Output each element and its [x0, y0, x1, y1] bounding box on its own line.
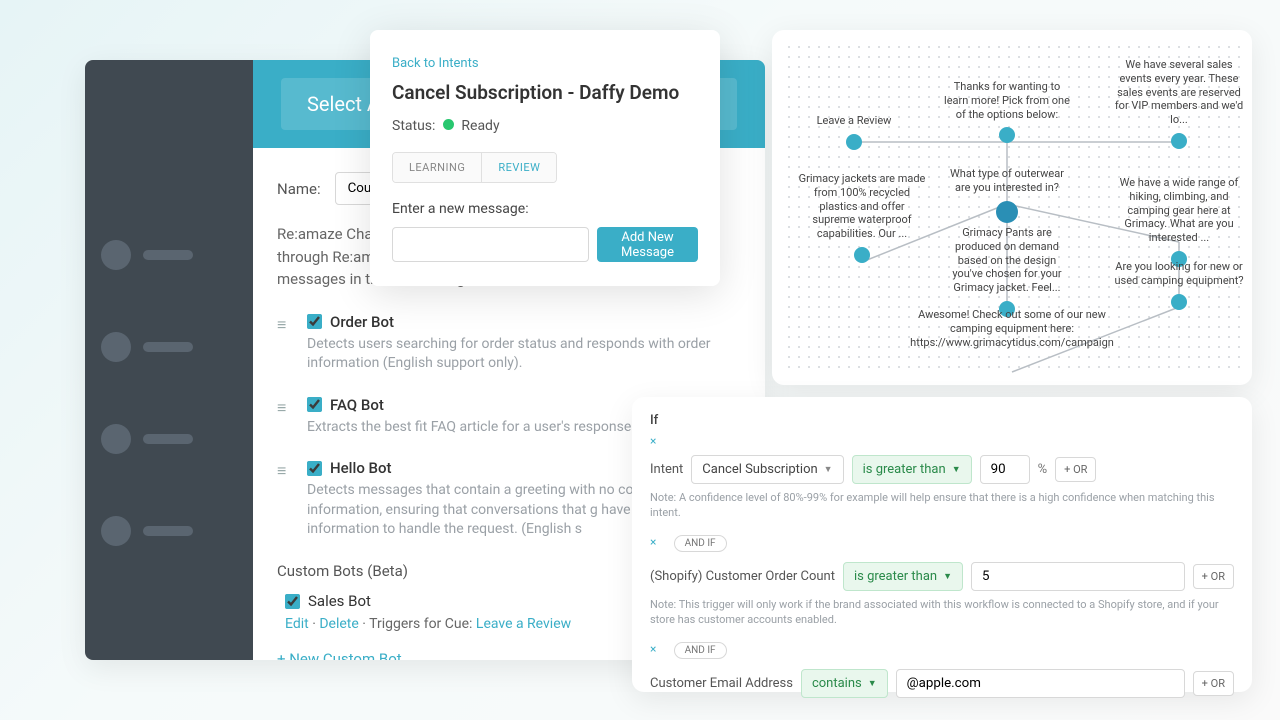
tab-review[interactable]: REVIEW — [482, 153, 556, 182]
drag-handle-icon[interactable]: ≡ — [277, 461, 284, 481]
flow-node[interactable]: Are you looking for new or used camping … — [1114, 260, 1244, 310]
flow-node[interactable]: What type of outerwear are you intereste… — [942, 167, 1072, 223]
intent-select[interactable]: Cancel Subscription▼ — [691, 455, 843, 484]
email-value-input[interactable] — [896, 669, 1185, 698]
new-message-input[interactable] — [392, 227, 589, 262]
intent-modal: Back to Intents Cancel Subscription - Da… — [370, 30, 720, 286]
bot-title: Hello Bot — [330, 459, 392, 477]
add-or-button[interactable]: + OR — [1193, 564, 1234, 589]
bot-title: Order Bot — [330, 313, 394, 331]
percent-label: % — [1038, 462, 1048, 477]
confidence-note: Note: A confidence level of 80%-99% for … — [650, 490, 1234, 521]
new-message-label: Enter a new message: — [392, 201, 698, 217]
remove-condition-icon[interactable]: × — [650, 535, 656, 549]
sidebar-item[interactable] — [85, 320, 253, 374]
drag-handle-icon[interactable]: ≡ — [277, 315, 284, 335]
status-row: Status: Ready — [392, 118, 698, 134]
flow-diagram-panel: Leave a Review Thanks for wanting to lea… — [772, 30, 1252, 385]
shopify-field-label: (Shopify) Customer Order Count — [650, 569, 835, 584]
bot-row-order: ≡ Order Bot Detects users searching for … — [277, 313, 741, 374]
add-or-button[interactable]: + OR — [1055, 457, 1096, 482]
intent-tabs: LEARNING REVIEW — [392, 152, 557, 183]
flow-node[interactable]: Awesome! Check out some of our new campi… — [907, 308, 1117, 349]
flow-node[interactable]: Grimacy jackets are made from 100% recyc… — [797, 172, 927, 263]
triggers-label: Triggers for Cue: — [369, 616, 472, 632]
custom-bot-checkbox[interactable] — [285, 594, 300, 609]
bot-checkbox[interactable] — [307, 314, 322, 329]
add-or-button[interactable]: + OR — [1193, 671, 1234, 696]
bot-title: FAQ Bot — [330, 396, 384, 414]
flow-node[interactable]: We have several sales events every year.… — [1114, 58, 1244, 149]
if-label: If — [650, 413, 1234, 428]
bot-description: Detects users searching for order status… — [307, 335, 741, 374]
sidebar-item[interactable] — [85, 504, 253, 558]
and-if-badge: AND IF — [674, 642, 727, 659]
edit-link[interactable]: Edit — [285, 616, 309, 632]
bot-checkbox[interactable] — [307, 461, 322, 476]
sidebar-item[interactable] — [85, 412, 253, 466]
flow-node[interactable]: Leave a Review — [789, 114, 919, 150]
email-field-label: Customer Email Address — [650, 676, 793, 691]
delete-link[interactable]: Delete — [319, 616, 358, 632]
order-count-input[interactable] — [971, 562, 1185, 591]
operator-select[interactable]: is greater than▼ — [852, 455, 972, 484]
flow-node[interactable]: Grimacy Pants are produced on demand bas… — [942, 226, 1072, 317]
trigger-cue-link[interactable]: Leave a Review — [476, 616, 571, 632]
flow-node[interactable]: We have a wide range of hiking, climbing… — [1114, 176, 1244, 267]
intent-field-label: Intent — [650, 462, 683, 477]
back-to-intents-link[interactable]: Back to Intents — [392, 56, 479, 71]
confidence-input[interactable] — [980, 455, 1030, 484]
sidebar-item[interactable] — [85, 228, 253, 282]
add-new-message-button[interactable]: Add New Message — [597, 227, 698, 262]
name-label: Name: — [277, 180, 321, 198]
sidebar — [85, 60, 253, 660]
conditions-panel: If × Intent Cancel Subscription▼ is grea… — [632, 397, 1252, 692]
tab-learning[interactable]: LEARNING — [393, 153, 482, 182]
and-if-badge: AND IF — [674, 535, 727, 552]
remove-condition-icon[interactable]: × — [650, 434, 656, 448]
status-dot-icon — [443, 119, 454, 130]
flow-node[interactable]: Thanks for wanting to learn more! Pick f… — [942, 80, 1072, 143]
bot-checkbox[interactable] — [307, 397, 322, 412]
intent-title: Cancel Subscription - Daffy Demo — [392, 81, 698, 104]
remove-condition-icon[interactable]: × — [650, 642, 656, 656]
drag-handle-icon[interactable]: ≡ — [277, 398, 284, 418]
operator-select[interactable]: contains▼ — [801, 669, 888, 698]
custom-bot-title: Sales Bot — [308, 592, 371, 610]
shopify-note: Note: This trigger will only work if the… — [650, 597, 1234, 628]
operator-select[interactable]: is greater than▼ — [843, 562, 963, 591]
